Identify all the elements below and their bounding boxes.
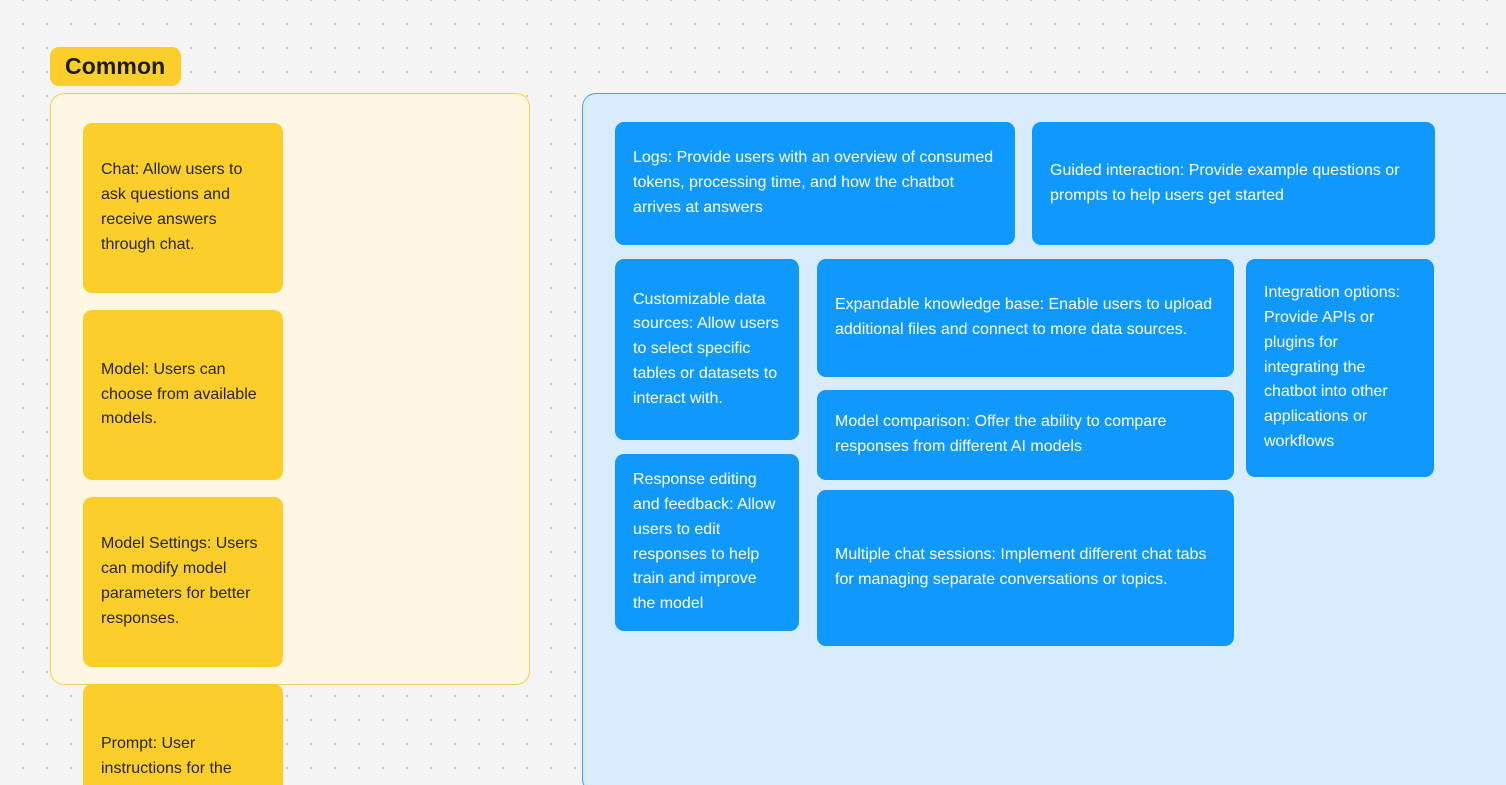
sticky-note[interactable]: Response editing and feedback: Allow use… — [615, 454, 799, 631]
sticky-note[interactable]: Model comparison: Offer the ability to c… — [817, 390, 1234, 480]
sticky-note[interactable]: Model Settings: Users can modify model p… — [83, 497, 283, 667]
group-frame-common[interactable]: Chat: Allow users to ask questions and r… — [50, 93, 530, 785]
group-frame-advanced[interactable]: Logs: Provide users with an overview of … — [582, 93, 1506, 785]
sticky-note[interactable]: Model: Users can choose from available m… — [83, 310, 283, 480]
sticky-note[interactable]: Chat: Allow users to ask questions and r… — [83, 123, 283, 293]
sticky-note[interactable]: Guided interaction: Provide example ques… — [1032, 122, 1435, 245]
sticky-note[interactable]: Integration options: Provide APIs or plu… — [1246, 259, 1434, 477]
sticky-note[interactable]: Customizable data sources: Allow users t… — [615, 259, 799, 440]
whiteboard-canvas[interactable]: Common Chat: Allow users to ask question… — [0, 0, 1506, 785]
sticky-note[interactable]: Prompt: User instructions for the chatbo… — [83, 684, 283, 785]
sticky-note[interactable]: Expandable knowledge base: Enable users … — [817, 259, 1234, 377]
sticky-note[interactable]: Logs: Provide users with an overview of … — [615, 122, 1015, 245]
group-common-card-grid: Chat: Allow users to ask questions and r… — [83, 123, 499, 785]
sticky-note[interactable]: Multiple chat sessions: Implement differ… — [817, 490, 1234, 646]
group-label-common[interactable]: Common — [50, 47, 182, 86]
